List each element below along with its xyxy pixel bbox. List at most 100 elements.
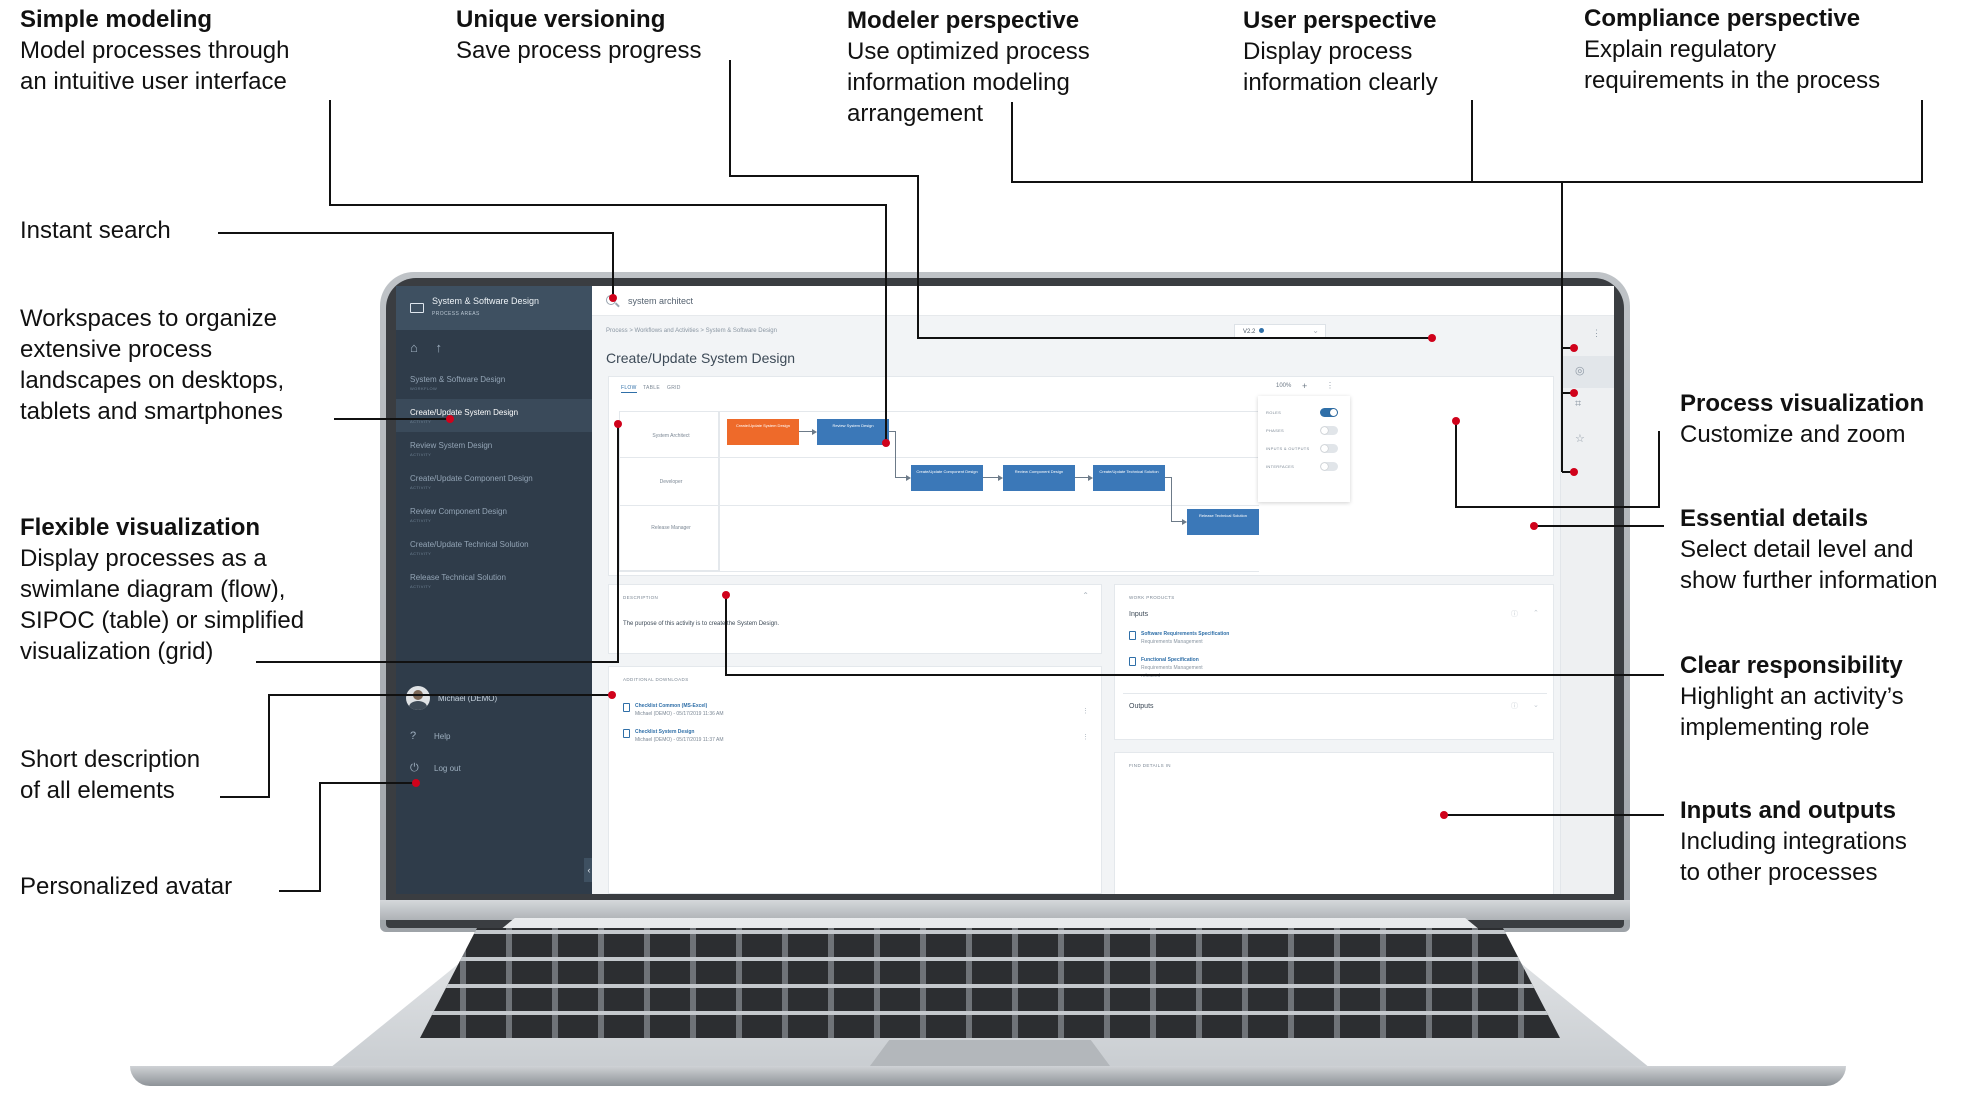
description-text: The purpose of this activity is to creat… <box>623 621 780 627</box>
more-options-icon[interactable]: ⋮ <box>1592 328 1601 339</box>
input-status: released <box>1141 673 1161 679</box>
more-options-icon[interactable]: ⋮ <box>1082 707 1089 715</box>
view-option-label: INTERFACES <box>1266 464 1295 469</box>
chevron-up-icon[interactable]: ⌃ <box>1082 591 1089 600</box>
download-link[interactable]: Checklist System Design <box>623 729 724 735</box>
breadcrumb[interactable]: Process > Workflows and Activities > Sys… <box>606 328 777 334</box>
up-arrow-icon[interactable]: ↑ <box>435 340 442 355</box>
marker-dot <box>882 439 890 447</box>
annotation-text: Including integrations to other processe… <box>1680 828 1907 886</box>
flow-activity[interactable]: Create/Update Technical Solution <box>1093 465 1165 491</box>
info-icon[interactable]: ⓘ <box>1511 701 1518 711</box>
annotation-title: Inputs and outputs <box>1680 797 1896 824</box>
download-meta: Michael (DEMO) - 05/17/2019 11:36 AM <box>635 711 724 717</box>
input-item[interactable]: Software Requirements Specification Requ… <box>1129 631 1229 645</box>
document-icon <box>1129 631 1136 640</box>
input-item[interactable]: Functional Specification Requirements Ma… <box>1129 657 1203 679</box>
sidebar-item[interactable]: Release Technical Solution ACTIVITY <box>396 564 592 597</box>
lane-label[interactable]: Release Manager <box>621 525 721 531</box>
flow-activity[interactable]: Review Component Design <box>1003 465 1075 491</box>
user-profile[interactable]: Michael (DEMO) <box>406 686 592 716</box>
logout-label: Log out <box>434 764 461 773</box>
roles-toggle[interactable] <box>1320 408 1338 417</box>
user-name: Michael (DEMO) <box>438 694 498 703</box>
sidebar-item[interactable]: System & Software Design WORKFLOW <box>396 366 592 399</box>
home-icon[interactable]: ⌂ <box>410 340 418 355</box>
sidebar-nav: ⌂ ↑ <box>410 340 442 355</box>
flow-activity[interactable]: Release Technical Solution <box>1187 509 1259 535</box>
info-icon[interactable]: ⓘ <box>1511 609 1518 619</box>
interfaces-toggle[interactable] <box>1320 462 1338 471</box>
sidebar-item-type: WORKFLOW <box>410 386 438 391</box>
sidebar-item[interactable]: Review System Design ACTIVITY <box>396 432 592 465</box>
flow-activity-current[interactable]: Create/Update System Design <box>727 419 799 445</box>
sidebar-item-active[interactable]: Create/Update System Design ACTIVITY <box>396 399 592 432</box>
page-title: Create/Update System Design <box>606 350 796 366</box>
tab-flow[interactable]: FLOW <box>621 385 637 393</box>
eye-icon[interactable]: ◎ <box>1575 364 1585 377</box>
lane-label[interactable]: System Architect <box>621 433 721 439</box>
sidebar-header[interactable]: System & Software Design PROCESS AREAS <box>396 286 592 330</box>
inputs-outputs-toggle[interactable] <box>1320 444 1338 453</box>
downloads-label: ADDITIONAL DOWNLOADS <box>623 677 689 682</box>
search-input[interactable]: system architect <box>628 296 693 306</box>
work-products-label: WORK PRODUCTS <box>1129 595 1175 600</box>
sidebar-item[interactable]: Create/Update Technical Solution ACTIVIT… <box>396 531 592 564</box>
annotation-title: Modeler perspective <box>847 7 1080 34</box>
download-link[interactable]: Checklist Common (MS-Excel) <box>623 703 724 709</box>
flow-activity[interactable]: Create/Update Component Design <box>911 465 983 491</box>
lane-divider <box>619 571 1259 572</box>
annotation-text: Instant search <box>20 217 171 244</box>
sidebar-item-type: ACTIVITY <box>410 452 432 457</box>
version-select[interactable]: V2.2 ⌄ <box>1234 324 1326 338</box>
tab-table[interactable]: TABLE <box>643 385 660 391</box>
sidebar-item-label: System & Software Design <box>410 375 506 384</box>
annotation-title: Clear responsibility <box>1680 652 1903 679</box>
document-icon <box>623 703 630 712</box>
annotation-title: Process visualization <box>1680 390 1925 417</box>
marker-dot <box>1428 334 1436 342</box>
find-details-card: FIND DETAILS IN <box>1114 752 1554 894</box>
lane-divider <box>619 411 1259 412</box>
marker-dot <box>1570 389 1578 397</box>
marker-dot <box>412 779 420 787</box>
avatar[interactable] <box>406 686 430 710</box>
logout-link[interactable]: ⏻ Log out <box>410 762 461 775</box>
sidebar-item[interactable]: Review Component Design ACTIVITY <box>396 498 592 531</box>
view-option-label: PHASES <box>1266 428 1285 433</box>
more-options-icon[interactable]: ⋮ <box>1082 733 1089 741</box>
input-link[interactable]: Functional Specification <box>1129 657 1203 663</box>
download-item[interactable]: Checklist System Design Michael (DEMO) -… <box>623 729 724 743</box>
flow-card: FLOW TABLE GRID System Architect Develop… <box>608 376 1554 576</box>
annotation-clear-responsibility: Clear responsibility Highlight an activi… <box>1680 650 1904 743</box>
annotation-title: User perspective <box>1243 7 1437 34</box>
chevron-up-icon[interactable]: ⌃ <box>1533 609 1539 617</box>
sidebar-item[interactable]: Create/Update Component Design ACTIVITY <box>396 465 592 498</box>
chart-icon[interactable]: ⌗ <box>1575 398 1581 411</box>
annotation-simple-modeling: Simple modeling Model processes through … <box>20 4 289 97</box>
annotation-instant-search: Instant search <box>20 215 171 246</box>
app-screen: System & Software Design PROCESS AREAS ⌂… <box>396 286 1614 894</box>
download-item[interactable]: Checklist Common (MS-Excel) Michael (DEM… <box>623 703 724 717</box>
zoom-level[interactable]: 100% <box>1276 383 1291 389</box>
chevron-down-icon[interactable]: ⌄ <box>1533 701 1539 709</box>
flow-connector <box>895 431 896 477</box>
flow-arrow <box>812 429 817 435</box>
tab-grid[interactable]: GRID <box>667 385 681 391</box>
more-options-icon[interactable]: ⋮ <box>1326 381 1334 390</box>
find-details-label: FIND DETAILS IN <box>1129 763 1171 768</box>
document-icon <box>1129 657 1136 666</box>
input-link[interactable]: Software Requirements Specification <box>1129 631 1229 637</box>
lane-divider <box>619 505 1259 506</box>
annotation-personalized-avatar: Personalized avatar <box>20 871 232 902</box>
zoom-in-icon[interactable]: + <box>1302 381 1307 391</box>
flow-arrow <box>1088 475 1093 481</box>
flow-activity[interactable]: Review System Design <box>817 419 889 445</box>
annotation-unique-versioning: Unique versioning Save process progress <box>456 4 701 66</box>
annotation-text: Model processes through an intuitive use… <box>20 37 290 95</box>
phases-toggle[interactable] <box>1320 426 1338 435</box>
lane-label[interactable]: Developer <box>621 479 721 485</box>
laptop-touchpad <box>870 1040 1110 1066</box>
help-link[interactable]: ? Help <box>410 730 450 742</box>
star-icon[interactable]: ☆ <box>1575 432 1585 445</box>
